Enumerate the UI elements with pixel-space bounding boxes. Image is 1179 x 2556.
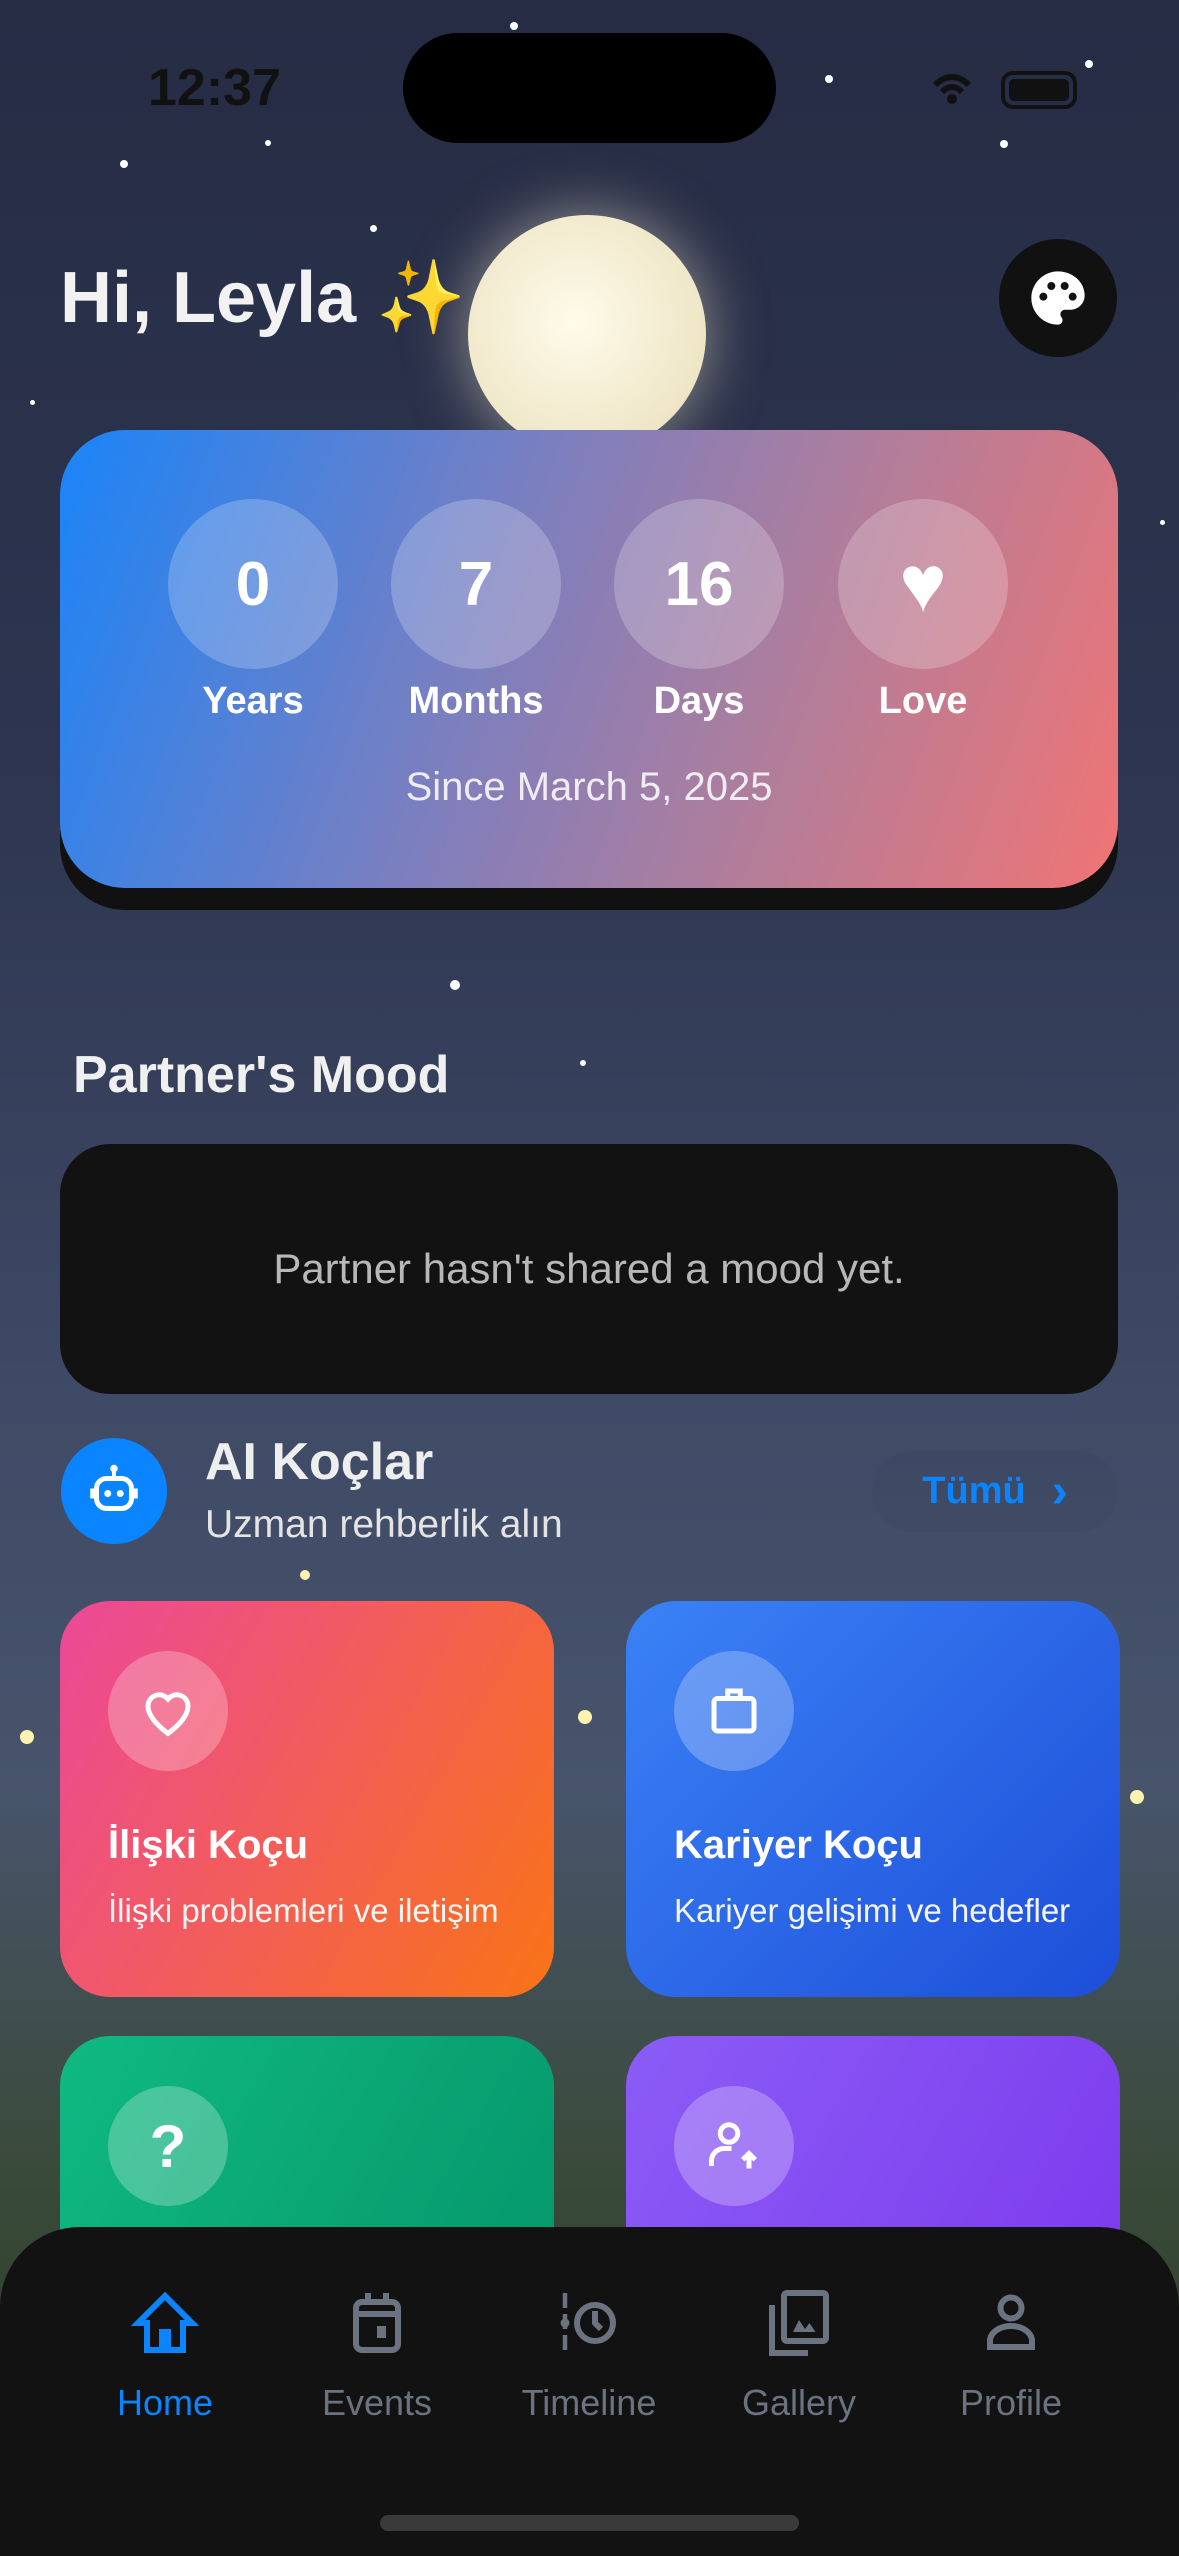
coach-card-career[interactable]: Kariyer Koçu Kariyer gelişimi ve hedefle… <box>626 1601 1120 1997</box>
years-value: 0 <box>168 499 338 669</box>
since-date: Since March 5, 2025 <box>405 765 773 809</box>
coach-subtitle: İlişki problemleri ve iletişim <box>108 1892 499 1929</box>
theme-palette-button[interactable] <box>999 239 1117 357</box>
see-all-button[interactable]: Tümü › <box>872 1451 1118 1532</box>
sparkle-icon: ✨ <box>376 258 466 338</box>
heart-icon: ♥ <box>899 539 947 628</box>
months-label: Months <box>408 680 544 722</box>
tab-label: Gallery <box>741 2382 857 2423</box>
ai-coaches-subtitle: Uzman rehberlik alın <box>205 1503 563 1546</box>
coach-title: Kariyer Koçu <box>674 1823 923 1867</box>
coach-card-relationship[interactable]: İlişki Koçu İlişki problemleri ve iletiş… <box>60 1601 554 1997</box>
tab-timeline[interactable]: Timeline <box>489 2287 689 2424</box>
chevron-right-icon: › <box>1051 1465 1068 1518</box>
ai-coaches-title: AI Koçlar <box>205 1433 434 1491</box>
robot-icon <box>61 1438 167 1544</box>
status-time: 12:37 <box>148 59 281 117</box>
love-heart-icon: ♥ <box>838 499 1008 669</box>
tab-profile[interactable]: Profile <box>911 2287 1111 2424</box>
briefcase-icon <box>674 1651 794 1771</box>
days-value: 16 <box>614 499 784 669</box>
tab-label: Timeline <box>521 2382 657 2423</box>
palette-icon <box>1031 271 1085 325</box>
timeline-icon <box>560 2293 616 2353</box>
mood-empty-text: Partner hasn't shared a mood yet. <box>273 1245 905 1292</box>
moon-image <box>468 215 706 453</box>
greeting-text: Hi, Leyla <box>60 258 357 338</box>
home-indicator[interactable] <box>380 2515 799 2531</box>
days-label: Days <box>653 680 745 722</box>
tab-label: Home <box>116 2382 214 2423</box>
profile-icon <box>987 2294 1035 2350</box>
tab-gallery[interactable]: Gallery <box>699 2287 899 2424</box>
greeting: Hi, Leyla ✨ <box>60 255 466 340</box>
heart-icon <box>108 1651 228 1771</box>
tab-label: Profile <box>959 2382 1063 2423</box>
home-icon <box>130 2291 200 2353</box>
status-icons <box>932 71 1077 109</box>
see-all-label: Tümü <box>922 1470 1026 1512</box>
question-icon: ? <box>108 2086 228 2206</box>
partner-mood-card: Partner hasn't shared a mood yet. <box>60 1144 1118 1394</box>
partner-mood-heading: Partner's Mood <box>73 1046 450 1104</box>
months-value: 7 <box>391 499 561 669</box>
dynamic-island <box>403 33 776 143</box>
tab-home[interactable]: Home <box>65 2287 265 2424</box>
coach-subtitle: Kariyer gelişimi ve hedefler <box>674 1892 1071 1929</box>
tab-label: Events <box>321 2382 433 2423</box>
gallery-icon <box>769 2290 829 2356</box>
tab-bar: Home Events Timeline Gallery Profile <box>0 2227 1179 2556</box>
love-label: Love <box>878 680 968 722</box>
tab-events[interactable]: Events <box>277 2287 477 2424</box>
coach-title: İlişki Koçu <box>108 1823 309 1867</box>
years-label: Years <box>202 680 304 722</box>
calendar-icon <box>353 2293 401 2353</box>
person-upload-icon <box>674 2086 794 2206</box>
relationship-counter-card: 0 7 16 ♥ Years Months Days Love Since Ma… <box>60 430 1118 888</box>
